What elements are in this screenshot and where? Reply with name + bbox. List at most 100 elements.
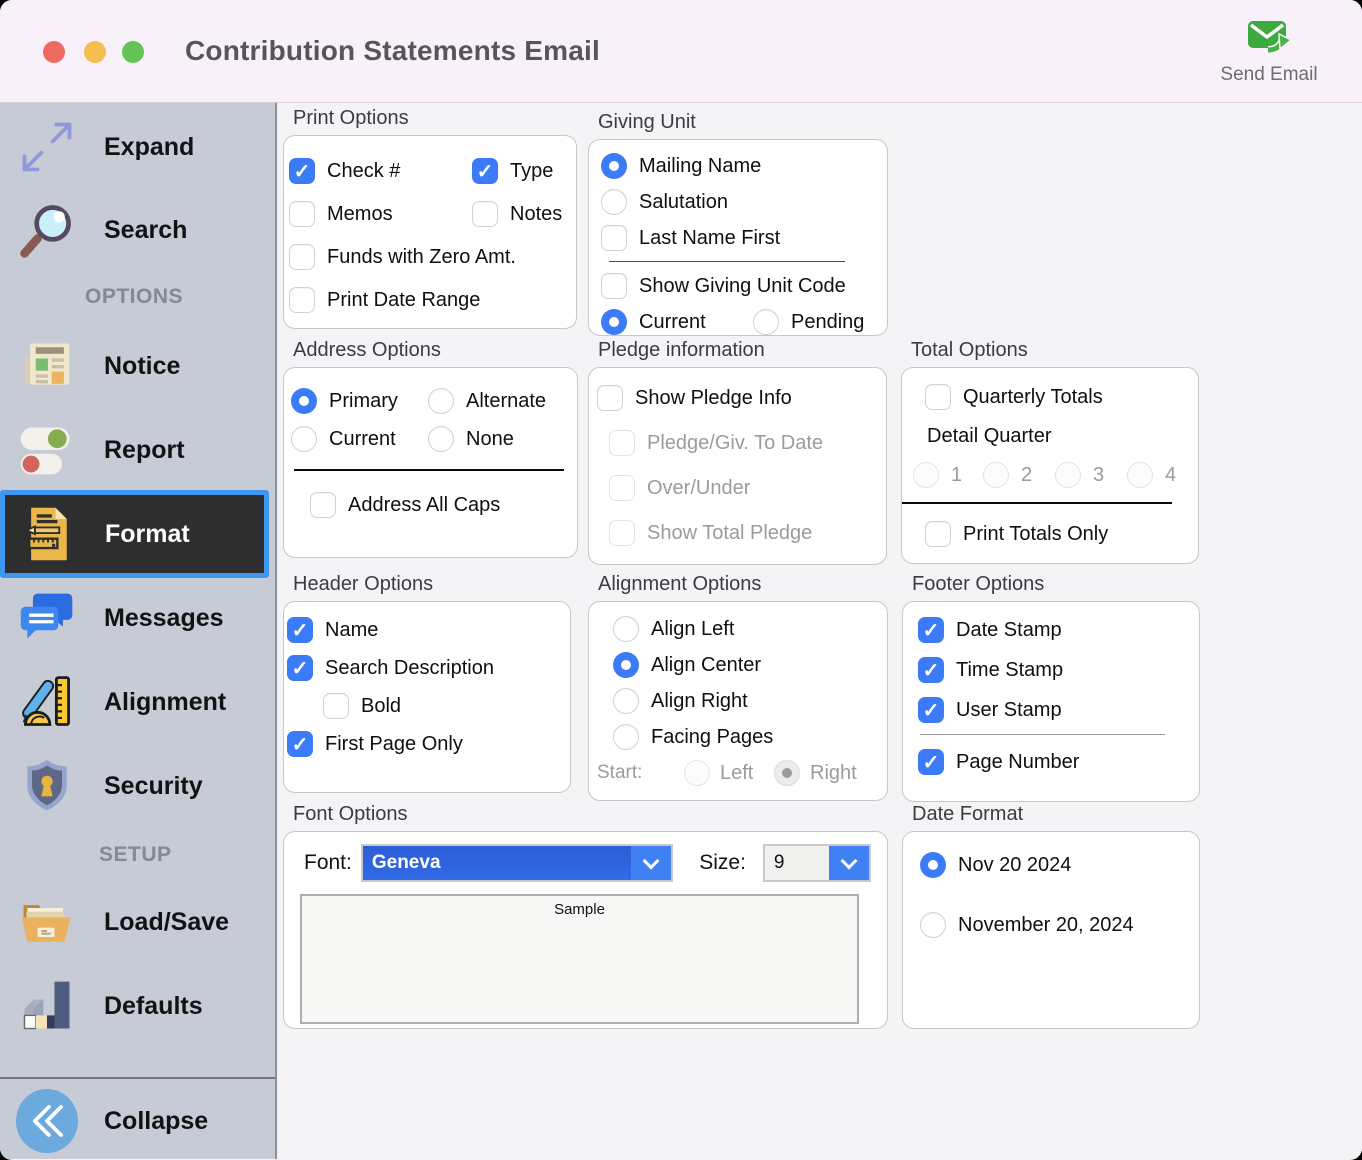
font-sample-text: Sample xyxy=(302,896,857,918)
radio xyxy=(684,760,710,786)
font-label: Font: xyxy=(304,851,352,875)
radio[interactable] xyxy=(920,912,946,938)
radio[interactable] xyxy=(428,388,454,414)
checkbox[interactable] xyxy=(310,492,336,518)
radio-primary[interactable]: Primary xyxy=(291,384,428,418)
sidebar-item-expand[interactable]: Expand xyxy=(0,105,275,189)
checkbox[interactable] xyxy=(918,749,944,775)
checkbox-show-pledge-info[interactable]: Show Pledge Info xyxy=(597,381,876,415)
radio[interactable] xyxy=(428,426,454,452)
chevron-down-icon[interactable] xyxy=(829,846,869,880)
checkbox[interactable] xyxy=(918,617,944,643)
radio-alternate[interactable]: Alternate xyxy=(428,384,567,418)
checkbox[interactable] xyxy=(472,158,498,184)
checkbox-label: Funds with Zero Amt. xyxy=(327,246,516,269)
radio-none[interactable]: None xyxy=(428,422,567,456)
close-window-button[interactable] xyxy=(43,41,65,63)
font-dropdown[interactable]: Geneva xyxy=(361,844,673,882)
radio[interactable] xyxy=(613,724,639,750)
checkbox-time-stamp[interactable]: Time Stamp xyxy=(918,653,1187,687)
checkbox[interactable] xyxy=(323,693,349,719)
sidebar-item-format[interactable]: Format xyxy=(0,490,269,578)
radio[interactable] xyxy=(753,309,779,335)
checkbox-funds-with-zero-amt[interactable]: Funds with Zero Amt. xyxy=(289,240,568,274)
checkbox-type[interactable]: Type xyxy=(472,154,568,188)
checkbox-label: Notes xyxy=(510,203,562,226)
radio-current[interactable]: Current xyxy=(601,305,753,339)
sidebar-item-label: Messages xyxy=(104,604,224,633)
radio[interactable] xyxy=(613,616,639,642)
checkbox-first-page-only[interactable]: First Page Only xyxy=(287,727,562,761)
radio-pending[interactable]: Pending xyxy=(753,305,875,339)
sidebar-item-alignment[interactable]: Alignment xyxy=(0,660,275,744)
radio[interactable] xyxy=(613,652,639,678)
checkbox[interactable] xyxy=(918,657,944,683)
sidebar-item-report[interactable]: Report xyxy=(0,408,275,492)
checkbox[interactable] xyxy=(289,244,315,270)
radio-current-address[interactable]: Current xyxy=(291,422,428,456)
radio-date-short[interactable]: Nov 20 2024 xyxy=(920,848,1187,882)
checkbox-check-number[interactable]: Check # xyxy=(289,154,472,188)
radio-label: Alternate xyxy=(466,390,546,413)
checkbox-search-description[interactable]: Search Description xyxy=(287,651,562,685)
radio-align-right[interactable]: Align Right xyxy=(613,684,879,718)
radio[interactable] xyxy=(613,688,639,714)
checkbox-last-name-first[interactable]: Last Name First xyxy=(601,221,875,255)
radio xyxy=(983,462,1009,488)
radio[interactable] xyxy=(291,426,317,452)
radio-label: Facing Pages xyxy=(651,726,773,749)
checkbox[interactable] xyxy=(918,697,944,723)
radio[interactable] xyxy=(920,852,946,878)
checkbox-date-stamp[interactable]: Date Stamp xyxy=(918,613,1187,647)
checkbox[interactable] xyxy=(287,655,313,681)
checkbox[interactable] xyxy=(601,273,627,299)
send-email-button[interactable]: Send Email xyxy=(1194,18,1344,86)
radio[interactable] xyxy=(601,309,627,335)
checkbox-label: User Stamp xyxy=(956,699,1062,722)
checkbox-bold[interactable]: Bold xyxy=(323,689,562,723)
checkbox-print-date-range[interactable]: Print Date Range xyxy=(289,283,568,317)
radio[interactable] xyxy=(291,388,317,414)
zoom-window-button[interactable] xyxy=(122,41,144,63)
checkbox-print-totals-only[interactable]: Print Totals Only xyxy=(925,517,1186,551)
checkbox-name[interactable]: Name xyxy=(287,613,562,647)
checkbox[interactable] xyxy=(925,521,951,547)
checkbox[interactable] xyxy=(289,201,315,227)
checkbox[interactable] xyxy=(925,384,951,410)
radio-salutation[interactable]: Salutation xyxy=(601,185,875,219)
sidebar-item-defaults[interactable]: Defaults xyxy=(0,964,275,1048)
sidebar-item-load-save[interactable]: Load/Save xyxy=(0,880,275,964)
checkbox-user-stamp[interactable]: User Stamp xyxy=(918,693,1187,727)
checkbox-page-number[interactable]: Page Number xyxy=(918,745,1187,779)
checkbox-quarterly-totals[interactable]: Quarterly Totals xyxy=(925,380,1186,414)
checkbox-label: Last Name First xyxy=(639,227,780,250)
radio-align-left[interactable]: Align Left xyxy=(613,612,879,646)
checkbox[interactable] xyxy=(601,225,627,251)
font-options-box: Font: Geneva Size: 9 Sample xyxy=(283,831,888,1029)
radio[interactable] xyxy=(601,189,627,215)
checkbox[interactable] xyxy=(287,617,313,643)
checkbox[interactable] xyxy=(289,287,315,313)
radio-facing-pages[interactable]: Facing Pages xyxy=(613,720,879,754)
sidebar-item-search[interactable]: Search xyxy=(0,188,275,272)
checkbox[interactable] xyxy=(289,158,315,184)
radio-date-long[interactable]: November 20, 2024 xyxy=(920,908,1187,942)
checkbox-memos[interactable]: Memos xyxy=(289,197,472,231)
sidebar-item-security[interactable]: Security xyxy=(0,744,275,828)
checkbox[interactable] xyxy=(597,385,623,411)
sidebar-item-collapse[interactable]: Collapse xyxy=(0,1079,275,1160)
checkbox-address-all-caps[interactable]: Address All Caps xyxy=(310,488,567,522)
group-title: Address Options xyxy=(293,339,578,362)
checkbox[interactable] xyxy=(287,731,313,757)
radio[interactable] xyxy=(601,153,627,179)
sidebar-item-messages[interactable]: Messages xyxy=(0,576,275,660)
checkbox[interactable] xyxy=(472,201,498,227)
minimize-window-button[interactable] xyxy=(84,41,106,63)
chevron-down-icon[interactable] xyxy=(631,846,671,880)
radio-align-center[interactable]: Align Center xyxy=(613,648,879,682)
radio-mailing-name[interactable]: Mailing Name xyxy=(601,149,875,183)
checkbox-show-giving-unit-code[interactable]: Show Giving Unit Code xyxy=(601,269,875,303)
checkbox-notes[interactable]: Notes xyxy=(472,197,568,231)
size-dropdown[interactable]: 9 xyxy=(763,844,871,882)
sidebar-item-notice[interactable]: Notice xyxy=(0,324,275,408)
